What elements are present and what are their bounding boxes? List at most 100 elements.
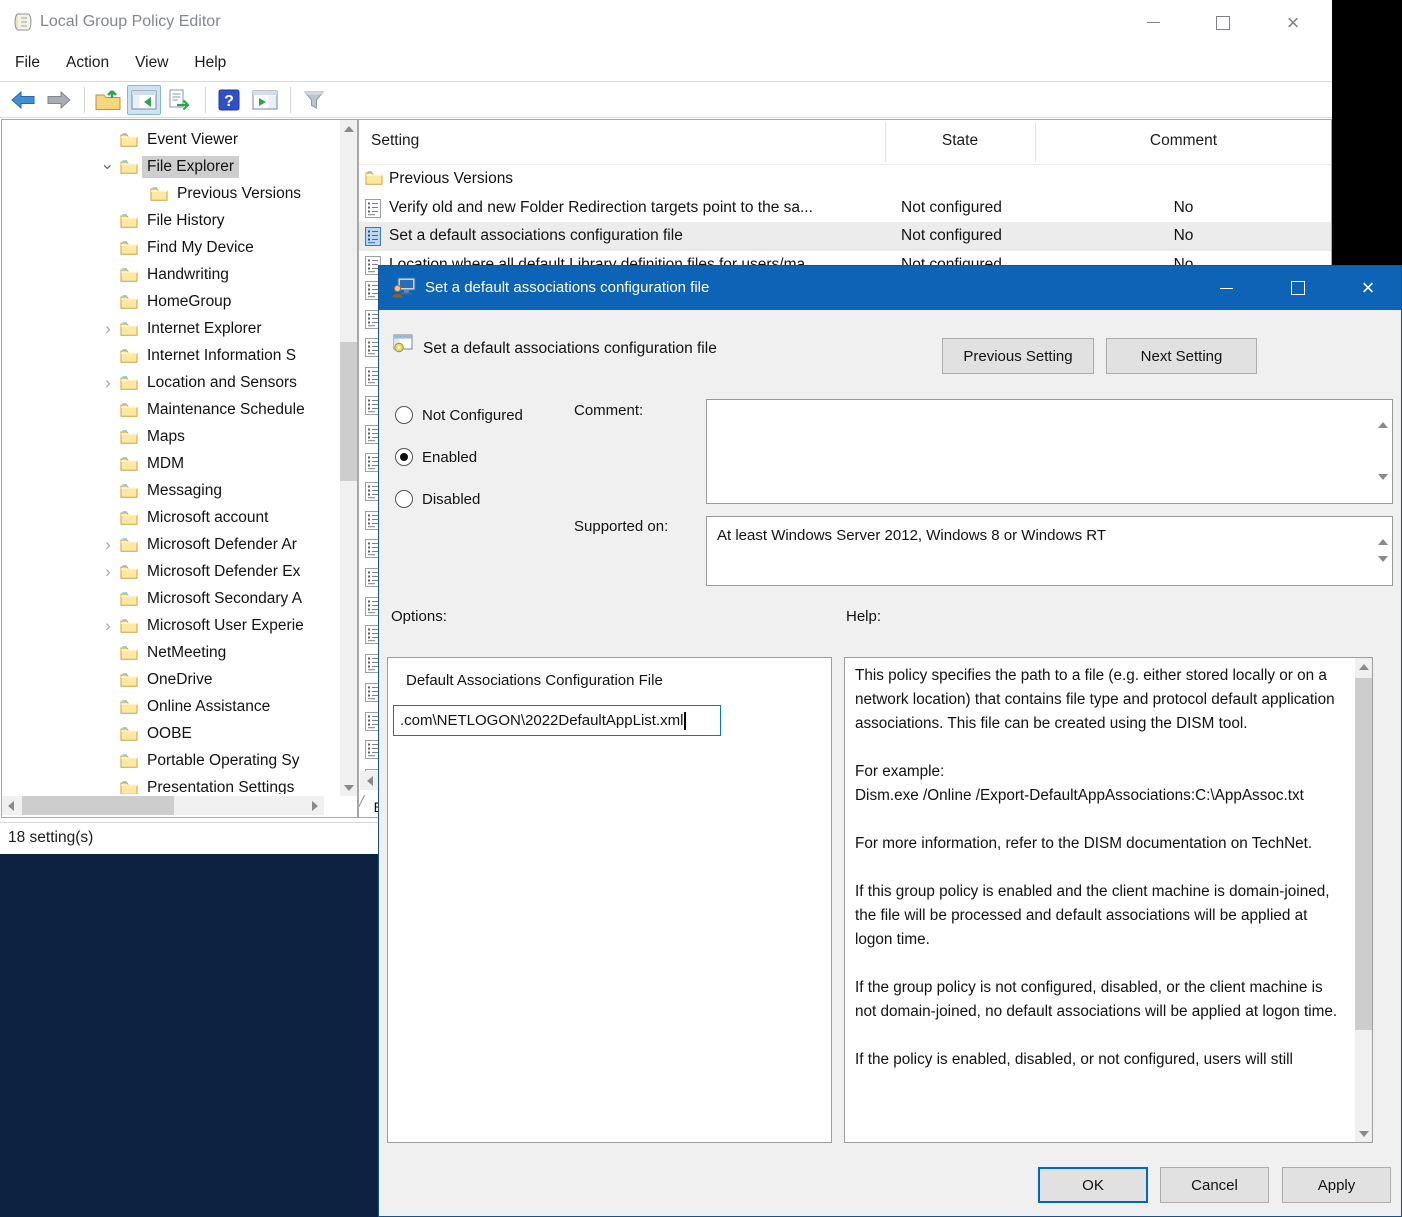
toolbar: ? <box>0 81 1332 118</box>
scroll-up-icon[interactable] <box>340 120 357 137</box>
minimize-button[interactable] <box>1128 0 1178 45</box>
list-horizontal-scrollbar[interactable] <box>360 771 379 790</box>
comment-textarea[interactable] <box>706 399 1393 504</box>
tree-item-label: Maintenance Schedule <box>142 399 310 421</box>
list-row[interactable]: Previous Versions <box>359 165 1331 194</box>
tree-item[interactable]: ›Microsoft Defender Ex <box>2 558 340 585</box>
radio-circle-icon[interactable] <box>395 490 413 508</box>
show-console-tree-icon[interactable] <box>127 85 161 115</box>
help-text: This policy specifies the path to a file… <box>855 664 1345 1136</box>
radio-enabled[interactable]: Enabled <box>395 446 477 468</box>
ok-button[interactable]: OK <box>1038 1167 1148 1203</box>
tree-item[interactable]: MDM <box>2 450 340 477</box>
policy-setting-dialog: Set a default associations configuration… <box>378 265 1402 1217</box>
tree-item[interactable]: Handwriting <box>2 261 340 288</box>
config-file-input[interactable]: .com\NETLOGON\2022DefaultAppList.xml <box>393 705 721 736</box>
setting-name: Verify old and new Folder Redirection ta… <box>389 199 883 217</box>
tree-item[interactable]: Maintenance Schedule <box>2 396 340 423</box>
folder-icon <box>120 483 142 498</box>
radio-circle-icon[interactable] <box>395 406 413 424</box>
tree-vertical-scrollbar[interactable] <box>340 120 357 796</box>
radio-not-configured[interactable]: Not Configured <box>395 404 523 426</box>
column-header-setting[interactable]: Setting <box>371 132 419 150</box>
scroll-left-icon[interactable] <box>2 796 20 815</box>
maximize-button[interactable] <box>1198 0 1248 45</box>
chevron-collapsed-icon[interactable]: › <box>96 373 120 393</box>
show-action-pane-icon[interactable] <box>248 85 282 115</box>
scroll-down-icon[interactable] <box>1378 480 1388 498</box>
tree-item[interactable]: Portable Operating Sy <box>2 747 340 774</box>
radio-disabled[interactable]: Disabled <box>395 488 480 510</box>
status-text: 18 setting(s) <box>8 829 93 847</box>
tree-item[interactable]: ›Microsoft Defender Ar <box>2 531 340 558</box>
column-divider[interactable] <box>885 122 886 162</box>
tree-item[interactable]: ›File Explorer <box>2 153 340 180</box>
list-row[interactable]: Verify old and new Folder Redirection ta… <box>359 194 1331 223</box>
back-icon[interactable] <box>6 85 40 115</box>
tree-item[interactable]: Internet Information S <box>2 342 340 369</box>
setting-comment: No <box>1035 199 1332 217</box>
export-list-icon[interactable] <box>163 85 197 115</box>
scrollbar-thumb[interactable] <box>340 342 357 481</box>
forward-icon[interactable] <box>42 85 76 115</box>
tree-item[interactable]: ›Internet Explorer <box>2 315 340 342</box>
tree-horizontal-scrollbar[interactable] <box>2 796 324 815</box>
scroll-down-icon[interactable] <box>1378 562 1388 580</box>
scroll-up-icon[interactable] <box>1378 522 1388 540</box>
tree-item[interactable]: HomeGroup <box>2 288 340 315</box>
tree-item[interactable]: File History <box>2 207 340 234</box>
dialog-maximize-button[interactable] <box>1275 266 1321 310</box>
setting-name: Previous Versions <box>389 170 883 188</box>
menu-file[interactable]: File <box>2 48 53 78</box>
filter-icon[interactable] <box>297 85 331 115</box>
help-icon[interactable]: ? <box>212 85 246 115</box>
tree-item[interactable]: Maps <box>2 423 340 450</box>
up-one-level-icon[interactable] <box>91 85 125 115</box>
tree-item[interactable]: ›Microsoft User Experie <box>2 612 340 639</box>
chevron-collapsed-icon[interactable]: › <box>96 616 120 636</box>
chevron-collapsed-icon[interactable]: › <box>96 562 120 582</box>
next-setting-button[interactable]: Next Setting <box>1106 338 1257 374</box>
folder-icon <box>120 348 142 363</box>
chevron-collapsed-icon[interactable]: › <box>96 319 120 339</box>
scroll-up-icon[interactable] <box>1355 658 1372 675</box>
column-header-state[interactable]: State <box>885 132 1035 150</box>
chevron-expanded-icon[interactable]: › <box>98 155 118 179</box>
apply-button[interactable]: Apply <box>1282 1167 1391 1203</box>
tree-item[interactable]: Presentation Settings <box>2 774 340 794</box>
tree-item-label: Event Viewer <box>142 129 243 151</box>
tree-item[interactable]: Find My Device <box>2 234 340 261</box>
menu-action[interactable]: Action <box>53 48 122 78</box>
chevron-collapsed-icon[interactable]: › <box>96 535 120 555</box>
tree-item[interactable]: Microsoft account <box>2 504 340 531</box>
scrollbar-thumb[interactable] <box>22 796 174 815</box>
tree-item[interactable]: OneDrive <box>2 666 340 693</box>
scroll-right-icon[interactable] <box>306 796 324 815</box>
minimize-icon <box>1220 288 1233 289</box>
menu-view[interactable]: View <box>122 48 181 78</box>
menu-help[interactable]: Help <box>181 48 239 78</box>
tree-item[interactable]: ›Location and Sensors <box>2 369 340 396</box>
tree-item[interactable]: Online Assistance <box>2 693 340 720</box>
list-row[interactable]: Set a default associations configuration… <box>359 222 1331 251</box>
dialog-close-button[interactable]: × <box>1345 266 1391 310</box>
tree-item[interactable]: Event Viewer <box>2 126 340 153</box>
scrollbar-thumb[interactable] <box>1355 678 1372 1030</box>
tree-item[interactable]: Messaging <box>2 477 340 504</box>
scroll-down-icon[interactable] <box>340 779 357 796</box>
help-vertical-scrollbar[interactable] <box>1355 658 1372 1142</box>
radio-circle-checked-icon[interactable] <box>395 448 413 466</box>
dialog-minimize-button[interactable] <box>1203 266 1249 310</box>
scroll-down-icon[interactable] <box>1355 1125 1372 1142</box>
scroll-up-icon[interactable] <box>1378 405 1388 423</box>
cancel-button[interactable]: Cancel <box>1160 1167 1269 1203</box>
close-button[interactable]: × <box>1268 0 1318 45</box>
previous-setting-button[interactable]: Previous Setting <box>942 338 1094 374</box>
tree-item[interactable]: Previous Versions <box>2 180 340 207</box>
column-header-comment[interactable]: Comment <box>1035 132 1332 150</box>
close-icon: × <box>1362 277 1375 299</box>
tree-item[interactable]: NetMeeting <box>2 639 340 666</box>
column-divider[interactable] <box>1035 122 1036 162</box>
tree-item[interactable]: OOBE <box>2 720 340 747</box>
tree-item[interactable]: Microsoft Secondary A <box>2 585 340 612</box>
